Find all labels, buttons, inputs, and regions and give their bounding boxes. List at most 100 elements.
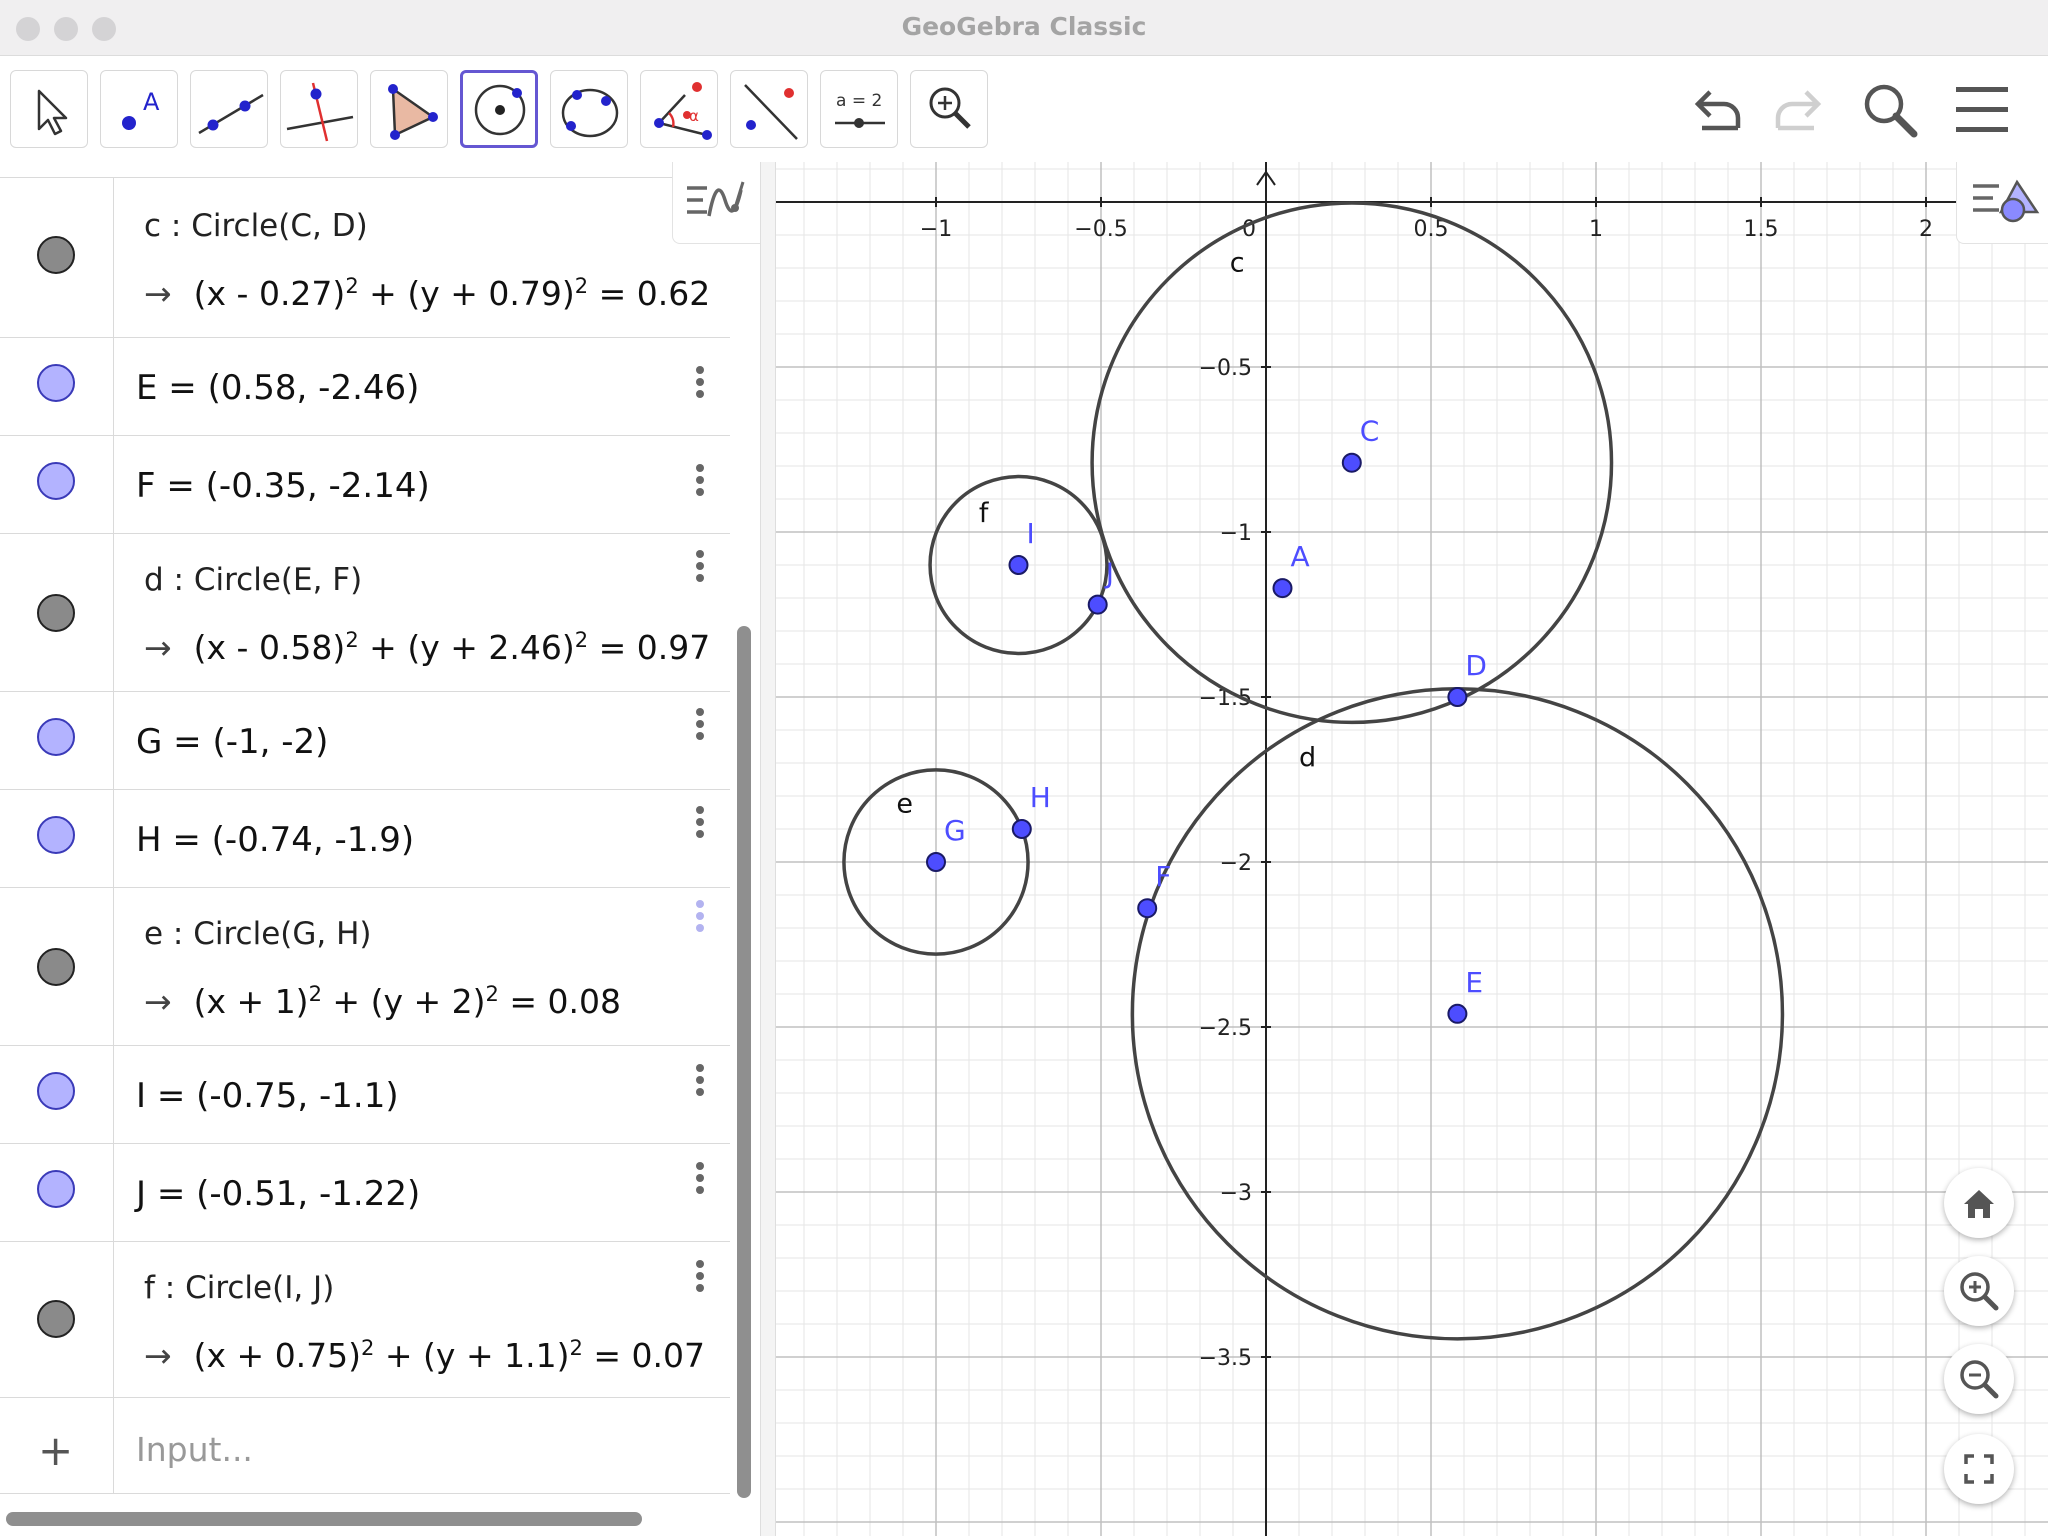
- move-tool[interactable]: [10, 70, 88, 148]
- more-options-icon[interactable]: [696, 708, 706, 744]
- algebra-item-E[interactable]: E = (0.58, -2.46): [0, 338, 730, 436]
- more-options-icon[interactable]: [696, 1162, 706, 1198]
- perpendicular-line-tool[interactable]: [280, 70, 358, 148]
- search-button[interactable]: [1858, 78, 1922, 142]
- algebra-input-field[interactable]: Input...: [136, 1430, 253, 1469]
- visibility-toggle[interactable]: [37, 718, 75, 756]
- algebra-input-row[interactable]: + Input...: [0, 1398, 730, 1494]
- equation-value: → (x - 0.27)2 + (y + 0.79)2 = 0.62: [144, 274, 711, 313]
- algebra-item-F[interactable]: F = (-0.35, -2.14): [0, 436, 730, 534]
- point-J[interactable]: [1087, 594, 1108, 615]
- window-title: GeoGebra Classic: [901, 12, 1147, 41]
- circle-label-c: c: [1230, 247, 1245, 278]
- minor-grid: [776, 162, 2048, 1536]
- point-F[interactable]: [1137, 898, 1158, 919]
- more-options-icon[interactable]: [696, 1260, 706, 1296]
- main-menu-button[interactable]: [1950, 78, 2014, 142]
- visibility-toggle[interactable]: [37, 1300, 75, 1338]
- algebra-item-c[interactable]: c : Circle(C, D) → (x - 0.27)2 + (y + 0.7…: [0, 178, 730, 338]
- algebra-item-G[interactable]: G = (-1, -2): [0, 692, 730, 790]
- equation-value: → (x - 0.58)2 + (y + 2.46)2 = 0.97: [144, 628, 711, 667]
- visibility-toggle[interactable]: [37, 948, 75, 986]
- line-tool[interactable]: [190, 70, 268, 148]
- more-options-icon[interactable]: [696, 806, 706, 842]
- menu-icon: [1956, 87, 2008, 132]
- graphics-view[interactable]: −1 −0.5 0 0.5 1 1.5 2 −0.5 −1 −1.5 −2 −2.5 −3 −3.5 cd…: [776, 162, 2048, 1536]
- point-label-A: A: [1291, 540, 1310, 573]
- x-tick-label: −0.5: [1074, 217, 1127, 242]
- arrow-icon: →: [144, 628, 172, 667]
- plus-icon[interactable]: +: [38, 1426, 73, 1475]
- point-D[interactable]: [1447, 687, 1468, 707]
- algebra-item-e[interactable]: e : Circle(G, H) → (x + 1)2 + (y + 2)2 = …: [0, 888, 730, 1046]
- circle-label-e: e: [896, 789, 913, 820]
- major-grid: [776, 162, 2048, 1536]
- point-C[interactable]: [1341, 452, 1362, 473]
- visibility-toggle[interactable]: [37, 364, 75, 402]
- polygon-icon: [388, 84, 438, 140]
- undo-icon: [1694, 90, 1741, 131]
- point-A[interactable]: [1272, 578, 1293, 599]
- visibility-toggle[interactable]: [37, 462, 75, 500]
- point-I[interactable]: [1008, 555, 1029, 575]
- slider-tool[interactable]: a = 2: [820, 70, 898, 148]
- visibility-toggle[interactable]: [37, 1072, 75, 1110]
- point-label-C: C: [1360, 415, 1380, 448]
- circle-three-points-icon: [561, 88, 619, 138]
- zoom-out-button[interactable]: [1944, 1344, 2014, 1414]
- view-splitter[interactable]: [760, 162, 776, 1536]
- circle-three-points-tool[interactable]: [550, 70, 628, 148]
- algebra-item-I[interactable]: I = (-0.75, -1.1): [0, 1046, 730, 1144]
- angle-tool[interactable]: α: [640, 70, 718, 148]
- arrow-cursor-icon: [37, 89, 68, 136]
- visibility-column: [0, 888, 114, 1045]
- point-E[interactable]: [1447, 1003, 1468, 1024]
- add-column: +: [0, 1398, 114, 1493]
- redo-button[interactable]: [1764, 78, 1828, 142]
- fullscreen-button[interactable]: [1944, 1434, 2014, 1504]
- algebra-item-J[interactable]: J = (-0.51, -1.22): [0, 1144, 730, 1242]
- graphics-style-bar-button[interactable]: [1956, 162, 2048, 244]
- zoom-in-icon: [929, 87, 971, 129]
- visibility-column: [0, 1242, 114, 1397]
- reflect-icon: [744, 84, 798, 140]
- more-options-icon[interactable]: [696, 1064, 706, 1100]
- slider-icon: a = 2: [835, 91, 885, 128]
- algebra-style-bar-button[interactable]: [672, 162, 760, 244]
- x-tick-label: 2: [1919, 217, 1933, 242]
- point-H[interactable]: [1011, 819, 1032, 839]
- geogebra-app: GeoGebra Classic A α a = 2 c: Circle(C,…: [0, 0, 2048, 1536]
- algebra-item-d[interactable]: d : Circle(E, F) → (x - 0.58)2 + (y + 2.4…: [0, 534, 730, 692]
- algebra-vertical-scrollbar[interactable]: [737, 626, 751, 1498]
- y-tick-label: −0.5: [1199, 356, 1252, 381]
- undo-button[interactable]: [1688, 78, 1752, 142]
- zoom-in-tool[interactable]: [910, 70, 988, 148]
- more-options-icon[interactable]: [696, 464, 706, 500]
- algebra-horizontal-scrollbar[interactable]: [6, 1512, 642, 1526]
- visibility-toggle[interactable]: [37, 594, 75, 632]
- graphics-canvas[interactable]: −1 −0.5 0 0.5 1 1.5 2−0.5−1−1.5−2−2.5−3−3.5 cd…: [776, 162, 2048, 1536]
- y-tick-label: −1: [1220, 521, 1252, 546]
- circle-center-point-tool[interactable]: [460, 70, 538, 148]
- angle-tool-label: α: [689, 107, 699, 125]
- home-button[interactable]: [1944, 1168, 2014, 1238]
- zoom-in-button[interactable]: [1944, 1256, 2014, 1326]
- more-options-icon[interactable]: [696, 366, 706, 402]
- more-options-icon[interactable]: [696, 900, 706, 936]
- home-icon: [1964, 1190, 1994, 1218]
- point-tool[interactable]: A: [100, 70, 178, 148]
- polygon-tool[interactable]: [370, 70, 448, 148]
- point-G[interactable]: [926, 852, 946, 872]
- x-tick-label: 1.5: [1744, 217, 1779, 242]
- visibility-toggle[interactable]: [37, 1170, 75, 1208]
- visibility-column: [0, 692, 114, 789]
- visibility-toggle[interactable]: [37, 236, 75, 274]
- more-options-icon[interactable]: [696, 550, 706, 586]
- equation-value: → (x + 0.75)2 + (y + 1.1)2 = 0.07: [144, 1336, 705, 1375]
- point-label-I: I: [1027, 517, 1035, 550]
- reflect-tool[interactable]: [730, 70, 808, 148]
- algebra-item-H[interactable]: H = (-0.74, -1.9): [0, 790, 730, 888]
- algebra-item-f[interactable]: f : Circle(I, J) → (x + 0.75)2 + (y + 1.1…: [0, 1242, 730, 1398]
- visibility-toggle[interactable]: [37, 816, 75, 854]
- point-text: I = (-0.75, -1.1): [136, 1076, 399, 1116]
